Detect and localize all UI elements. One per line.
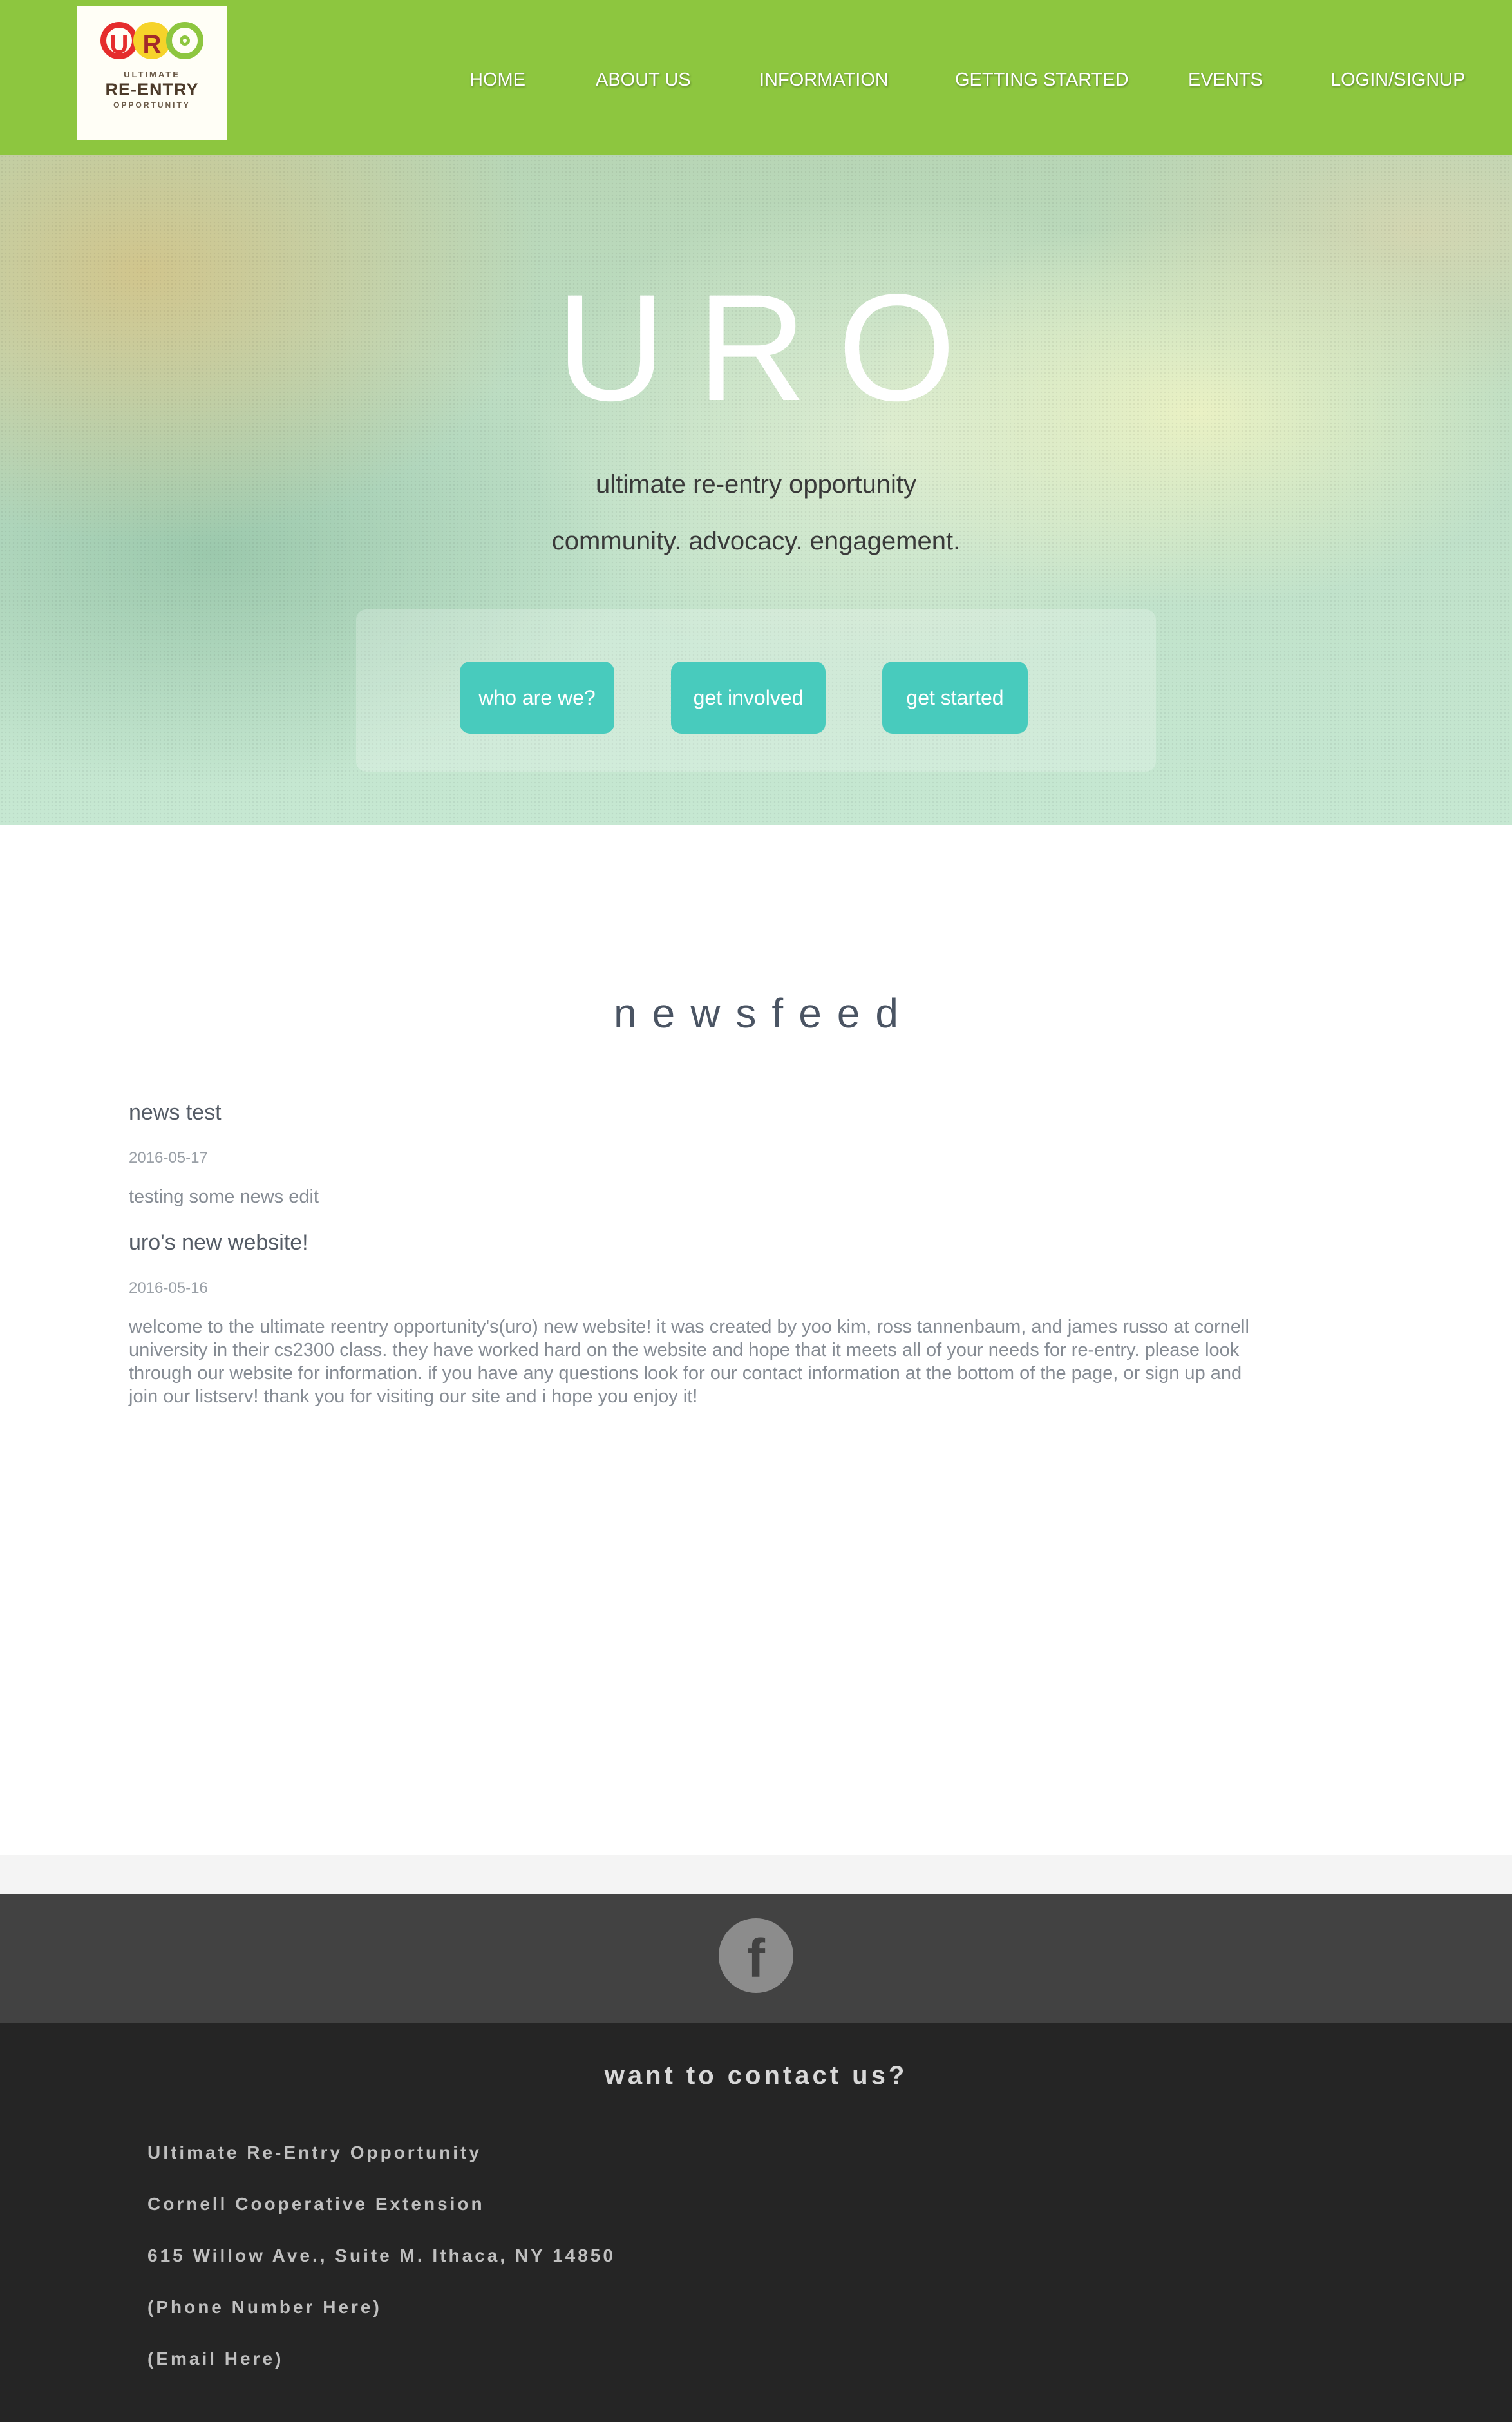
- news-item-date: 2016-05-16: [129, 1279, 208, 1297]
- contact-phone: (Phone Number Here): [147, 2297, 382, 2317]
- logo-line-1: ULTIMATE: [124, 70, 180, 79]
- contact-email: (Email Here): [147, 2349, 284, 2369]
- logo-letter-r: R: [133, 22, 171, 59]
- nav-login-signup[interactable]: LOGIN/SIGNUP: [1330, 70, 1466, 91]
- get-involved-button[interactable]: get involved: [671, 662, 826, 734]
- contact-address: 615 Willow Ave., Suite M. Ithaca, NY 148…: [147, 2246, 616, 2265]
- contact-org-extension: Cornell Cooperative Extension: [147, 2194, 485, 2214]
- get-started-button[interactable]: get started: [882, 662, 1028, 734]
- hero-subtitle: ultimate re-entry opportunity: [595, 470, 916, 499]
- news-item-body: welcome to the ultimate reentry opportun…: [129, 1317, 1249, 1407]
- hero-title: URO: [556, 263, 987, 433]
- logo-letter-o: [166, 22, 203, 59]
- logo-line-3: OPPORTUNITY: [113, 100, 191, 110]
- nav-information[interactable]: INFORMATION: [759, 70, 889, 91]
- nav-getting-started[interactable]: GETTING STARTED: [955, 70, 1129, 91]
- logo-letter-u-text: U: [109, 30, 129, 59]
- hero-section: URO ultimate re-entry opportunity commun…: [0, 155, 1512, 825]
- news-item-title[interactable]: uro's new website!: [129, 1230, 308, 1255]
- newsfeed-heading: newsfeed: [614, 990, 914, 1036]
- nav-about-us[interactable]: ABOUT US: [596, 70, 691, 91]
- facebook-icon[interactable]: f: [719, 1918, 793, 1993]
- hero-button-panel: who are we? get involved get started: [356, 609, 1156, 772]
- logo-letter-r-text: R: [142, 30, 162, 59]
- logo-letter-u: U: [100, 22, 138, 59]
- site-logo[interactable]: U R ULTIMATE RE-ENTRY OPPORTUNITY: [77, 6, 227, 140]
- facebook-glyph: f: [747, 1928, 765, 1988]
- who-are-we-button[interactable]: who are we?: [460, 662, 614, 734]
- contact-heading: want to contact us?: [604, 2061, 908, 2090]
- logo-mark: U R: [100, 22, 203, 63]
- nav-home[interactable]: HOME: [469, 70, 525, 91]
- hero-tagline: community. advocacy. engagement.: [551, 527, 961, 555]
- top-navbar: U R ULTIMATE RE-ENTRY OPPORTUNITY HOME A…: [0, 0, 1512, 155]
- news-item-date: 2016-05-17: [129, 1149, 208, 1167]
- contact-org-name: Ultimate Re-Entry Opportunity: [147, 2142, 482, 2162]
- footer-spacer: [0, 1855, 1512, 1894]
- logo-line-2: RE-ENTRY: [105, 80, 199, 99]
- social-bar: f: [0, 1894, 1512, 2023]
- news-item-title[interactable]: news test: [129, 1100, 222, 1125]
- contact-section: want to contact us? Ultimate Re-Entry Op…: [0, 2023, 1512, 2422]
- nav-events[interactable]: EVENTS: [1188, 70, 1263, 91]
- news-item-body: testing some news edit: [129, 1187, 319, 1207]
